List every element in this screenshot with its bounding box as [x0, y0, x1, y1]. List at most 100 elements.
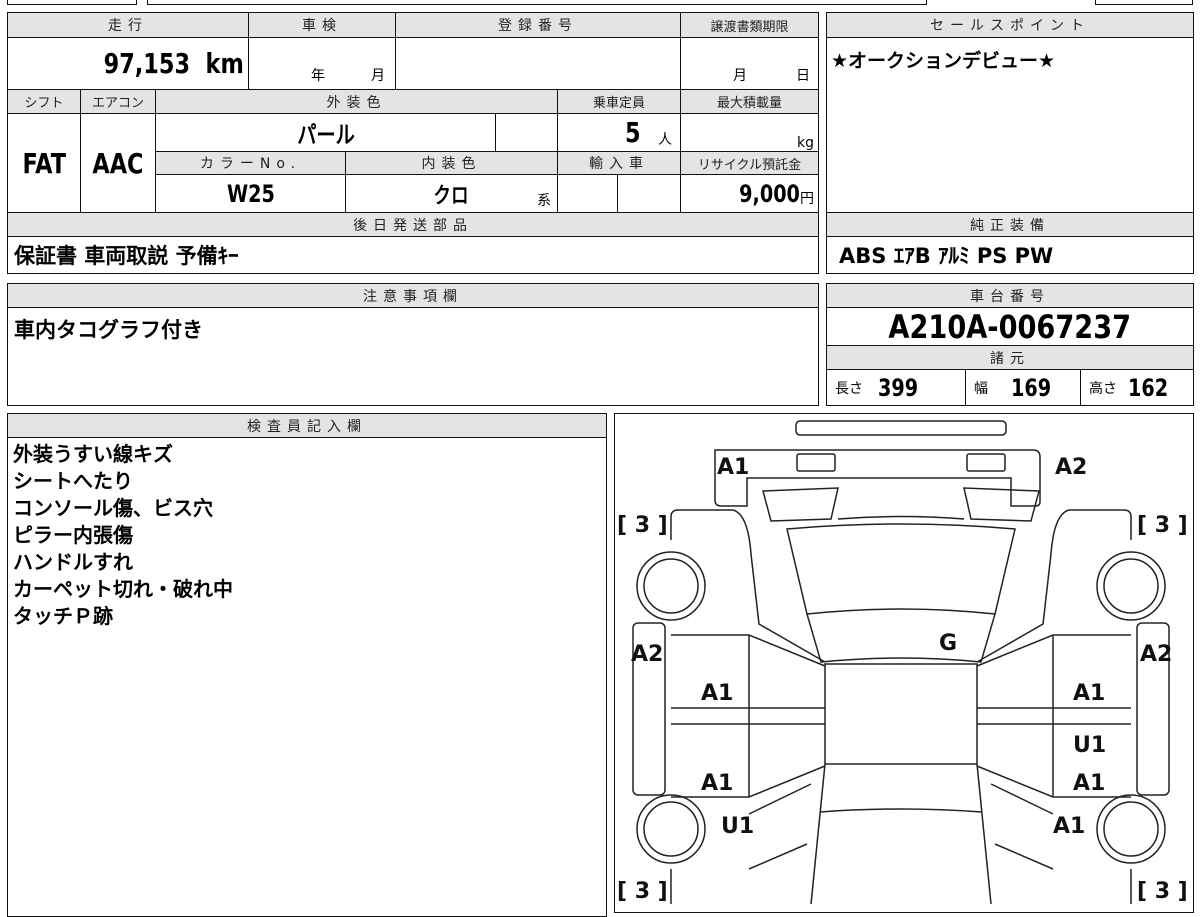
rear-bumper: [795, 420, 1007, 436]
max-load-unit: kg: [797, 135, 814, 151]
color-no-header: カラーNo.: [155, 151, 346, 175]
capacity-cell: 5 人: [557, 113, 681, 152]
height-label: 高さ: [1089, 380, 1117, 397]
rear-glass: [786, 523, 1016, 615]
hood: [810, 763, 992, 905]
rear-light-right: [966, 453, 1006, 472]
shift-value: FAT: [22, 146, 66, 180]
width-value: 169: [1011, 373, 1052, 402]
interior-color-value: クロ: [433, 183, 470, 209]
blank-cell: [495, 113, 558, 152]
inspector-line: カーペット切れ・破れ中: [13, 577, 233, 601]
equipment-value: ABS ｴｱB ｱﾙﾐ PS PW: [826, 236, 1194, 274]
mileage-header: 走行: [7, 12, 249, 38]
aircon-value: AAC: [92, 146, 144, 180]
right-doors: [976, 634, 1131, 798]
inspection-header: 車検: [248, 12, 396, 38]
mark-right-front-door: A1: [1073, 771, 1105, 796]
inspector-line: 外装うすい線キズ: [13, 442, 173, 466]
later-parts-value: 保証書 車両取説 予備ｷｰ: [7, 236, 819, 274]
interior-color-header: 内装色: [345, 151, 558, 175]
inspection-cell: 年 月: [248, 37, 396, 90]
import-cell: [617, 174, 681, 213]
import-header: 輸入車: [557, 151, 681, 175]
exterior-color-cell: パール: [155, 113, 496, 152]
mark-left-front-door: A1: [701, 771, 733, 796]
notes-header: 注意事項欄: [7, 283, 819, 308]
mark-roof: G: [939, 631, 957, 656]
tire-grade-front-right: [ 3 ]: [1137, 879, 1188, 904]
registration-header: 登録番号: [395, 12, 681, 38]
trunk-line: [837, 515, 965, 520]
tail-lamp-right: [963, 487, 1040, 522]
width-label: 幅: [974, 380, 988, 397]
aircon-header: エアコン: [80, 89, 156, 114]
exterior-color-header: 外装色: [155, 89, 558, 114]
right-quarter: [976, 509, 1132, 663]
height-cell: 高さ 162: [1080, 369, 1194, 406]
rear-light-left: [796, 453, 836, 472]
height-value: 162: [1128, 373, 1169, 402]
recycle-header: リサイクル預託金: [680, 151, 819, 175]
inspector-notes: 外装うすい線キズ シートへたり コンソール傷、ビス穴 ピラー内張傷 ハンドルすれ…: [7, 437, 607, 917]
capacity-header: 乗車定員: [557, 89, 681, 114]
shift-header: シフト: [7, 89, 81, 114]
roof-rear: [806, 613, 996, 663]
length-value: 399: [878, 373, 919, 402]
inspector-header: 検査員記入欄: [7, 413, 607, 438]
inspector-line: タッチＰ跡: [13, 604, 113, 628]
capacity-value: 5: [624, 116, 641, 149]
max-load-header: 最大積載量: [680, 89, 819, 114]
color-no-cell: W25: [155, 174, 346, 213]
inspector-line: ピラー内張傷: [13, 523, 133, 547]
registration-cell: [395, 37, 681, 90]
transfer-day: 日: [796, 68, 810, 84]
left-doors: [671, 634, 826, 798]
recycle-unit: 円: [800, 190, 814, 207]
sales-point-value: ★オークションデビュー★: [826, 37, 1194, 213]
chassis-header: 車台番号: [826, 283, 1194, 308]
later-parts-header: 後日発送部品: [7, 212, 819, 237]
notes-value: 車内タコグラフ付き: [7, 307, 819, 406]
aircon-cell: AAC: [80, 113, 156, 213]
import-cell: [557, 174, 618, 213]
chassis-cell: A210A-0067237: [826, 307, 1194, 346]
tire-rear-right: [1096, 551, 1166, 621]
inspection-year: 年: [311, 68, 325, 84]
car-diagram: A1 A2 A2 A2 G A1 A1 U1 A1 A1 U1 A1 [ 3 ]…: [614, 413, 1194, 913]
tire-grade-rear-right: [ 3 ]: [1137, 513, 1188, 538]
tire-rear-left: [636, 551, 706, 621]
max-load-cell: kg: [680, 113, 819, 152]
transfer-deadline-header: 譲渡書類期限: [680, 12, 819, 38]
mark-left-sill: A2: [631, 642, 663, 667]
chassis-number: A210A-0067237: [888, 307, 1132, 346]
inspector-line: コンソール傷、ビス穴: [13, 496, 213, 520]
mark-right-door-u: U1: [1073, 733, 1106, 758]
car-diagram-svg: A1 A2 A2 A2 G A1 A1 U1 A1 A1 U1 A1 [ 3 ]…: [617, 420, 1188, 905]
tire-front-left: [636, 794, 706, 864]
tire-grade-front-left: [ 3 ]: [617, 879, 668, 904]
capacity-unit: 人: [658, 131, 672, 148]
shift-cell: FAT: [7, 113, 81, 213]
mileage-cell: 97,153 km: [7, 37, 249, 90]
wheel-rear-left: [643, 558, 699, 614]
interior-color-suffix: 系: [537, 193, 551, 209]
top-strip-cell: [147, 0, 927, 5]
interior-color-cell: クロ 系: [345, 174, 558, 213]
recycle-value: 9,000: [739, 179, 800, 208]
mark-left-rear-door: A1: [701, 681, 733, 706]
tire-front-right: [1096, 794, 1166, 864]
mileage-unit: km: [205, 47, 244, 80]
specs-header: 諸元: [826, 345, 1194, 370]
length-cell: 長さ 399: [826, 369, 966, 406]
recycle-cell: 9,000 円: [680, 174, 819, 213]
sales-point-header: セールスポイント: [826, 12, 1194, 38]
equipment-header: 純正装備: [826, 212, 1194, 237]
roof: [824, 663, 978, 765]
mark-right-fender: A1: [1053, 814, 1085, 839]
inspector-line: シートへたり: [13, 469, 133, 493]
inspection-month: 月: [371, 68, 385, 84]
top-strip-cell: [7, 0, 137, 5]
top-strip-cell: [1095, 0, 1193, 5]
mark-right-rear-door: A1: [1073, 681, 1105, 706]
